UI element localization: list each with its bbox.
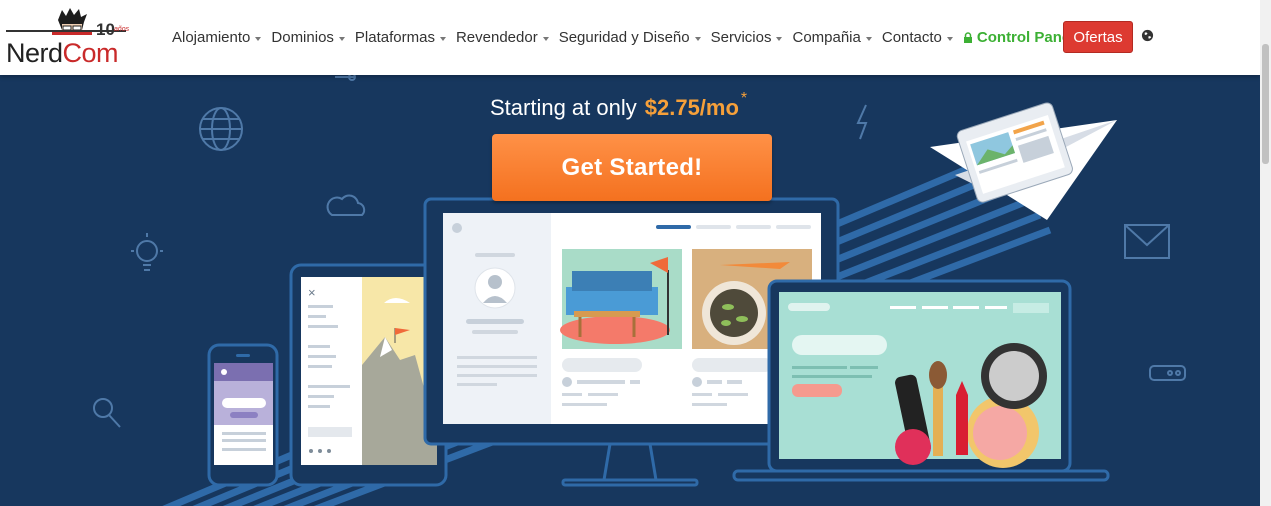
chevron-down-icon bbox=[865, 37, 872, 41]
nav-item-servicios[interactable]: Servicios bbox=[711, 29, 783, 46]
lock-icon bbox=[963, 31, 972, 43]
globe-icon[interactable] bbox=[1141, 29, 1154, 42]
chevron-down-icon bbox=[338, 37, 345, 41]
chevron-down-icon bbox=[439, 37, 446, 41]
tablet-device: × bbox=[289, 263, 448, 487]
offers-button[interactable]: Ofertas bbox=[1063, 21, 1133, 53]
get-started-button[interactable]: Get Started! bbox=[492, 134, 772, 201]
headline-prefix: Starting at only bbox=[490, 95, 637, 120]
cloud-icon bbox=[326, 194, 366, 216]
hero-banner: × Starting at only $2.75/mo * Get Starte… bbox=[0, 75, 1260, 506]
chevron-down-icon bbox=[542, 37, 549, 41]
magnifier-icon bbox=[93, 398, 121, 428]
paper-plane-illustration bbox=[930, 102, 1117, 220]
nav-item-seguridad[interactable]: Seguridad y Diseño bbox=[559, 29, 701, 46]
control-panel-link[interactable]: Control Panel bbox=[963, 29, 1074, 46]
chevron-down-icon bbox=[946, 37, 953, 41]
mail-icon bbox=[1124, 224, 1170, 259]
site-header: NerdCom 10 años Alojamiento Dominios Pla… bbox=[0, 0, 1260, 75]
lightbulb-icon bbox=[131, 233, 163, 271]
nav-item-revendedor[interactable]: Revendedor bbox=[456, 29, 549, 46]
phone-device bbox=[207, 343, 279, 487]
logo-anniversary: 10 bbox=[96, 20, 115, 39]
nav-item-plataformas[interactable]: Plataformas bbox=[355, 29, 446, 46]
globe-icon bbox=[199, 107, 243, 151]
main-nav: Alojamiento Dominios Plataformas Revende… bbox=[172, 26, 1088, 48]
chevron-down-icon bbox=[694, 37, 701, 41]
chevron-down-icon bbox=[776, 37, 783, 41]
nav-item-alojamiento[interactable]: Alojamiento bbox=[172, 29, 262, 46]
price-footnote: * bbox=[740, 90, 748, 107]
server-icon bbox=[1149, 365, 1186, 381]
scrollbar-thumb[interactable] bbox=[1262, 44, 1269, 164]
logo-wordmark: NerdCom bbox=[6, 38, 119, 68]
lightning-icon bbox=[856, 104, 868, 140]
nav-item-contacto[interactable]: Contacto bbox=[882, 29, 953, 46]
connector-icon bbox=[335, 75, 356, 81]
page-scrollbar[interactable] bbox=[1260, 0, 1271, 506]
chevron-down-icon bbox=[255, 37, 262, 41]
nav-item-compania[interactable]: Compañia bbox=[792, 29, 872, 46]
svg-text:×: × bbox=[308, 285, 316, 300]
laptop-device bbox=[732, 279, 1110, 482]
logo-anniversary-suffix: años bbox=[114, 26, 130, 33]
nerdcom-logo[interactable]: NerdCom 10 años bbox=[6, 6, 130, 68]
hero-headline: Starting at only $2.75/mo * bbox=[490, 90, 747, 121]
price-value: $2.75/mo bbox=[644, 95, 739, 120]
nav-item-dominios[interactable]: Dominios bbox=[271, 29, 345, 46]
